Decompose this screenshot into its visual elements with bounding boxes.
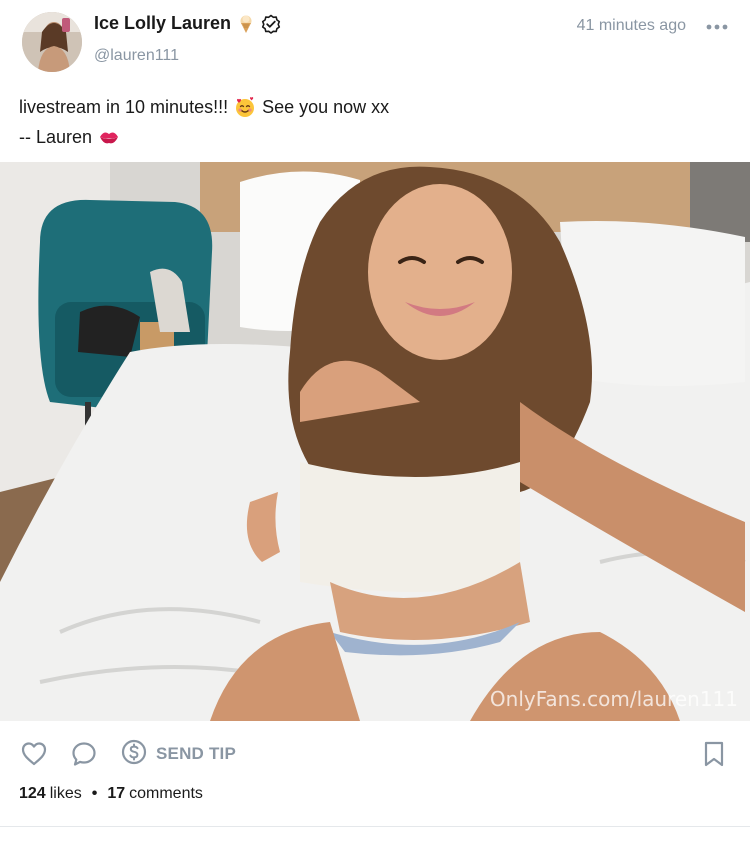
caption-text-1-suffix: See you now xx: [262, 97, 390, 117]
author-avatar[interactable]: [22, 12, 82, 72]
caption-line-2: -- Lauren: [19, 122, 389, 152]
author-name[interactable]: Ice Lolly Lauren: [94, 13, 231, 34]
post-divider: [0, 826, 750, 827]
bookmark-icon[interactable]: [702, 740, 726, 768]
author-handle[interactable]: @lauren111: [94, 47, 179, 65]
verified-icon: [261, 14, 281, 34]
feed-post: Ice Lolly Lauren @lauren111 41 minutes a…: [0, 0, 750, 845]
photo-illustration: [0, 162, 750, 721]
more-horizontal-icon[interactable]: [706, 20, 728, 32]
author-name-row: Ice Lolly Lauren: [94, 13, 281, 34]
post-timestamp[interactable]: 41 minutes ago: [577, 17, 686, 35]
post-stats: 124 likes • 17 comments: [19, 785, 203, 803]
post-caption: livestream in 10 minutes!!! See you now …: [19, 92, 389, 152]
watermark: OnlyFans.com/lauren111: [489, 687, 738, 711]
caption-text-2: -- Lauren: [19, 127, 93, 147]
heart-icon[interactable]: [20, 740, 48, 768]
comment-icon[interactable]: [70, 740, 98, 768]
post-actions: SEND TIP: [0, 721, 750, 785]
caption-text-1: livestream in 10 minutes!!!: [19, 97, 229, 117]
comments-count[interactable]: 17: [107, 785, 125, 803]
smiling-face-with-hearts-icon: [234, 96, 256, 118]
likes-count[interactable]: 124: [19, 785, 46, 803]
post-header: Ice Lolly Lauren @lauren111 41 minutes a…: [0, 0, 750, 80]
comments-label[interactable]: comments: [129, 785, 203, 803]
likes-label[interactable]: likes: [50, 785, 82, 803]
post-image[interactable]: OnlyFans.com/lauren111: [0, 162, 750, 721]
dollar-icon: [120, 738, 148, 771]
caption-line-1: livestream in 10 minutes!!! See you now …: [19, 92, 389, 122]
stats-separator: •: [91, 785, 98, 802]
send-tip-label: SEND TIP: [156, 744, 237, 763]
ice-cream-icon: [237, 14, 255, 34]
kiss-mark-icon: [98, 126, 120, 148]
send-tip-button[interactable]: SEND TIP: [120, 738, 237, 771]
